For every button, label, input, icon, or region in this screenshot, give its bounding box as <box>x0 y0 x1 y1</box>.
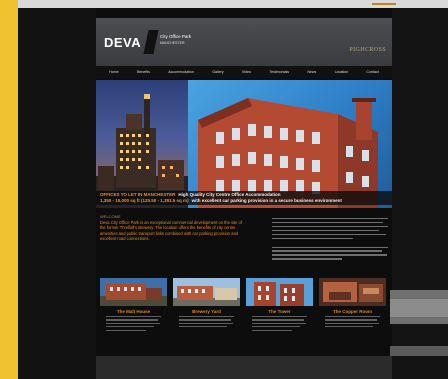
card-title[interactable]: The Malt House <box>100 309 167 314</box>
card-description <box>246 316 313 331</box>
side-panel-overlay-lower <box>390 346 448 356</box>
card-title[interactable]: Brewery Yard <box>173 309 240 314</box>
nav-item-benefits[interactable]: Benefits <box>137 70 150 74</box>
site-footer <box>96 356 392 379</box>
page-background-left <box>18 8 96 379</box>
feature-cards: The Malt House Brewery Yard The Tower The C… <box>100 278 388 333</box>
caption-size-range: 1,350 - 15,000 sq ft (125.50 - 1,393.5 s… <box>100 198 189 203</box>
card-description <box>319 316 386 328</box>
yellow-edge <box>0 0 18 379</box>
caption-parking: with excellent car parking provision in … <box>191 198 342 203</box>
section-label: WELCOME <box>100 214 121 219</box>
feature-card[interactable]: The Malt House <box>100 278 167 333</box>
nav-item-contact[interactable]: Contact <box>366 70 378 74</box>
nav-item-video[interactable]: Video <box>242 70 251 74</box>
hero-caption: OFFICES TO LET IN MANCHESTER High Qualit… <box>96 191 392 205</box>
nav-item-accommodation[interactable]: Accommodation <box>168 70 194 74</box>
logo-word[interactable]: DEVA <box>104 35 141 50</box>
top-band <box>0 0 448 8</box>
browser-viewport: DEVA City Office Park MANCHESTER PIGHCRO… <box>18 8 448 379</box>
brewery-yard-photo[interactable] <box>173 278 240 306</box>
card-title[interactable]: The Tower <box>246 309 313 314</box>
logo-mark-icon <box>143 30 159 54</box>
night-building-illustration <box>96 94 188 208</box>
red-brick-tower-illustration <box>198 98 378 208</box>
card-description <box>100 316 167 331</box>
side-panel-overlay <box>390 290 448 324</box>
nav-item-testimonials[interactable]: Testimonials <box>269 70 289 74</box>
nav-item-location[interactable]: Location <box>335 70 349 74</box>
nav-item-home[interactable]: Home <box>109 70 119 74</box>
hero-night-photo <box>96 80 188 208</box>
card-title[interactable]: The Copper Room <box>319 309 386 314</box>
site-header: DEVA City Office Park MANCHESTER PIGHCRO… <box>96 18 392 66</box>
nav-item-gallery[interactable]: Gallery <box>212 70 223 74</box>
website: DEVA City Office Park MANCHESTER PIGHCRO… <box>96 8 392 379</box>
logo-subtitle: City Office Park MANCHESTER <box>160 34 191 46</box>
copper-room-photo[interactable] <box>319 278 386 306</box>
card-description <box>173 316 240 328</box>
intro-body-text <box>272 218 388 262</box>
feature-card[interactable]: The Tower <box>246 278 313 333</box>
hero-banner: OFFICES TO LET IN MANCHESTER High Qualit… <box>96 80 392 208</box>
malt-house-photo[interactable] <box>100 278 167 306</box>
hero-tower-photo <box>188 80 392 208</box>
feature-card[interactable]: The Copper Room <box>319 278 386 333</box>
main-nav: Home Benefits Accommodation Gallery Video Tes… <box>96 66 392 78</box>
the-tower-photo[interactable] <box>246 278 313 306</box>
top-accent-line <box>372 3 396 5</box>
partner-logo[interactable]: PIGHCROSS <box>349 47 386 53</box>
intro-text: Deva City Office Park is an exceptional … <box>100 220 242 242</box>
logo-tagline: MANCHESTER <box>160 41 185 45</box>
nav-item-news[interactable]: News <box>307 70 316 74</box>
feature-card[interactable]: Brewery Yard <box>173 278 240 333</box>
